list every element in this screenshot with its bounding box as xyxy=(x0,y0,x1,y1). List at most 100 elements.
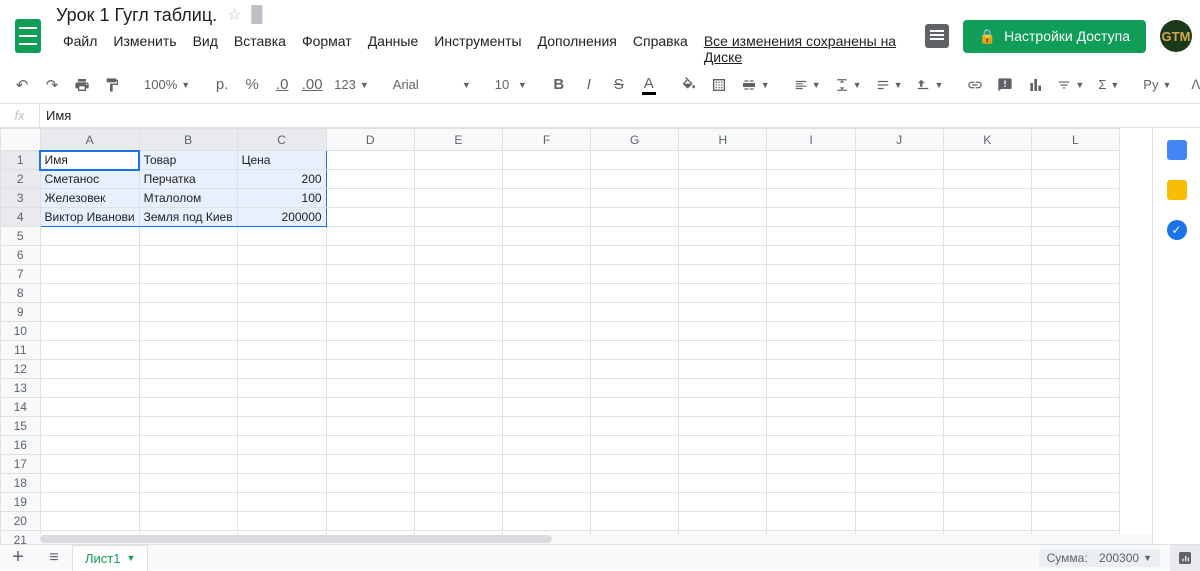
cell[interactable] xyxy=(1031,493,1119,512)
cell[interactable] xyxy=(502,151,590,170)
cell[interactable] xyxy=(591,398,679,417)
cell[interactable] xyxy=(326,322,414,341)
merge-button[interactable]: ▼ xyxy=(735,72,776,98)
cell[interactable] xyxy=(1031,208,1119,227)
cell[interactable] xyxy=(237,379,326,398)
col-header[interactable]: J xyxy=(855,129,943,151)
cell[interactable] xyxy=(855,227,943,246)
cell[interactable] xyxy=(237,474,326,493)
cell[interactable] xyxy=(591,303,679,322)
cell[interactable] xyxy=(414,284,502,303)
quicksum[interactable]: Сумма: 200300▼ xyxy=(1039,549,1160,567)
cell[interactable] xyxy=(139,227,237,246)
cell[interactable] xyxy=(414,512,502,531)
cell[interactable] xyxy=(414,322,502,341)
cell[interactable]: Цена xyxy=(237,151,326,170)
cell[interactable] xyxy=(237,284,326,303)
tasks-icon[interactable]: ✓ xyxy=(1167,220,1187,240)
cell[interactable] xyxy=(502,379,590,398)
cell[interactable] xyxy=(679,170,767,189)
document-title[interactable]: Урок 1 Гугл таблиц. xyxy=(56,5,217,26)
cell[interactable] xyxy=(326,246,414,265)
cell[interactable] xyxy=(502,360,590,379)
row-header[interactable]: 4 xyxy=(1,208,41,227)
cell[interactable] xyxy=(502,227,590,246)
col-header[interactable]: F xyxy=(502,129,590,151)
cell[interactable] xyxy=(502,246,590,265)
cell[interactable] xyxy=(40,512,139,531)
cell[interactable]: 200000 xyxy=(237,208,326,227)
cell[interactable] xyxy=(943,189,1031,208)
cell[interactable] xyxy=(502,398,590,417)
cell[interactable] xyxy=(414,493,502,512)
col-header[interactable]: H xyxy=(679,129,767,151)
cell[interactable] xyxy=(855,398,943,417)
cell[interactable] xyxy=(40,322,139,341)
cell[interactable] xyxy=(139,341,237,360)
menu-format[interactable]: Формат xyxy=(295,29,359,69)
cell[interactable] xyxy=(767,170,855,189)
cell[interactable] xyxy=(679,303,767,322)
cell[interactable] xyxy=(1031,512,1119,531)
row-header[interactable]: 12 xyxy=(1,360,41,379)
redo-button[interactable]: ↷ xyxy=(38,72,66,98)
chart-button[interactable] xyxy=(1021,72,1049,98)
cell[interactable] xyxy=(1031,360,1119,379)
row-header[interactable]: 18 xyxy=(1,474,41,493)
cell[interactable] xyxy=(679,436,767,455)
cell[interactable] xyxy=(326,227,414,246)
col-header[interactable]: C xyxy=(237,129,326,151)
cell[interactable] xyxy=(139,512,237,531)
row-header[interactable]: 6 xyxy=(1,246,41,265)
cell[interactable] xyxy=(767,227,855,246)
cell[interactable] xyxy=(591,512,679,531)
cell[interactable] xyxy=(767,151,855,170)
cell[interactable] xyxy=(767,208,855,227)
cell[interactable] xyxy=(1031,265,1119,284)
spreadsheet-grid[interactable]: A B C D E F G H I J K L 1ИмяТоварЦена2См… xyxy=(0,128,1152,546)
formula-input[interactable]: Имя xyxy=(40,108,71,123)
cell[interactable] xyxy=(139,474,237,493)
borders-button[interactable] xyxy=(705,72,733,98)
cell[interactable] xyxy=(767,398,855,417)
cell[interactable] xyxy=(943,170,1031,189)
cell[interactable] xyxy=(767,189,855,208)
menu-file[interactable]: Файл xyxy=(56,29,104,69)
cell[interactable] xyxy=(943,493,1031,512)
cell[interactable] xyxy=(326,379,414,398)
cell[interactable] xyxy=(414,189,502,208)
cell[interactable] xyxy=(502,265,590,284)
cell[interactable] xyxy=(502,512,590,531)
cell[interactable] xyxy=(139,455,237,474)
cell[interactable] xyxy=(502,436,590,455)
cell[interactable] xyxy=(326,455,414,474)
row-header[interactable]: 13 xyxy=(1,379,41,398)
cell[interactable] xyxy=(139,436,237,455)
cell[interactable] xyxy=(237,246,326,265)
share-button[interactable]: 🔒 Настройки Доступа xyxy=(963,20,1146,53)
cell[interactable] xyxy=(414,246,502,265)
menu-edit[interactable]: Изменить xyxy=(106,29,183,69)
cell[interactable] xyxy=(943,455,1031,474)
cell[interactable]: 200 xyxy=(237,170,326,189)
cell[interactable] xyxy=(767,303,855,322)
sheet-tab[interactable]: Лист1▼ xyxy=(72,545,148,571)
cell[interactable] xyxy=(237,436,326,455)
cell[interactable] xyxy=(855,493,943,512)
cell[interactable]: Сметанос xyxy=(40,170,139,189)
cell[interactable] xyxy=(414,341,502,360)
cell[interactable] xyxy=(591,170,679,189)
cell[interactable] xyxy=(1031,474,1119,493)
cell[interactable] xyxy=(40,417,139,436)
cell[interactable] xyxy=(1031,151,1119,170)
row-header[interactable]: 7 xyxy=(1,265,41,284)
cell[interactable] xyxy=(414,417,502,436)
wrap-button[interactable]: ▼ xyxy=(870,72,909,98)
cell[interactable] xyxy=(40,436,139,455)
cell[interactable] xyxy=(943,379,1031,398)
cell[interactable] xyxy=(139,398,237,417)
col-header[interactable]: G xyxy=(591,129,679,151)
cell[interactable] xyxy=(855,208,943,227)
cell[interactable] xyxy=(679,227,767,246)
cell[interactable] xyxy=(767,341,855,360)
